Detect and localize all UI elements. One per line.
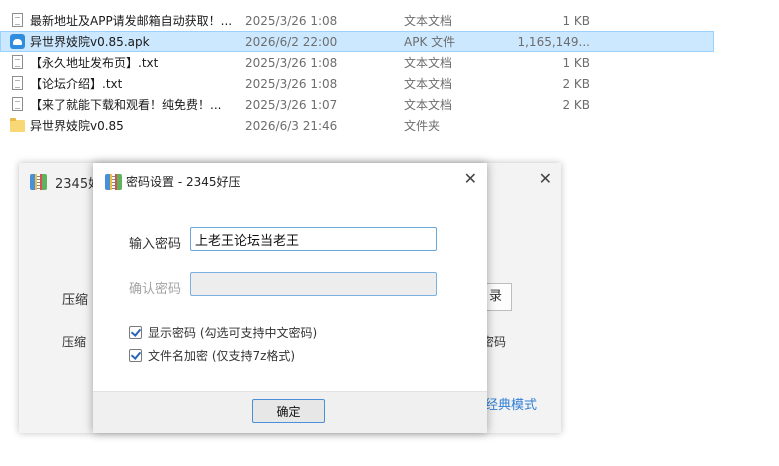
- classic-mode-link[interactable]: 经典模式: [485, 394, 537, 413]
- compress-label: 压缩: [62, 293, 89, 308]
- file-size: 1 KB: [562, 14, 590, 28]
- ok-button[interactable]: 确定: [252, 399, 325, 423]
- file-name: 异世界妓院v0.85: [30, 119, 124, 133]
- file-date: 2026/6/3 21:46: [245, 119, 338, 133]
- file-row[interactable]: 异世界妓院v0.85 2026/6/3 21:46 文件夹: [0, 115, 714, 136]
- file-row[interactable]: 最新地址及APP请发邮箱自动获取！... 2025/3/26 1:08 文本文档…: [0, 10, 714, 31]
- file-size: 2 KB: [562, 77, 590, 91]
- file-name: 异世界妓院v0.85.apk: [30, 35, 150, 49]
- file-size: 1,165,149...: [517, 35, 590, 49]
- close-icon[interactable]: ✕: [464, 169, 477, 189]
- text-file-icon: [10, 96, 26, 113]
- file-name: 最新地址及APP请发邮箱自动获取！...: [30, 14, 233, 28]
- file-name: 【永久地址发布页】.txt: [30, 56, 159, 70]
- compress-option-label: 压缩: [62, 335, 87, 349]
- file-date: 2025/3/26 1:08: [245, 77, 338, 91]
- text-file-icon: [10, 75, 26, 92]
- apk-file-icon: [10, 33, 26, 50]
- file-type: 文本文档: [404, 77, 453, 91]
- show-password-checkbox[interactable]: [129, 326, 142, 339]
- password-input[interactable]: [190, 227, 437, 251]
- file-list: 最新地址及APP请发邮箱自动获取！... 2025/3/26 1:08 文本文档…: [0, 10, 779, 136]
- close-icon[interactable]: ✕: [539, 169, 552, 189]
- show-password-label: 显示密码 (勾选可支持中文密码): [148, 326, 318, 340]
- file-date: 2026/6/2 22:00: [245, 35, 338, 49]
- haozip-logo-icon: [30, 174, 47, 190]
- file-row[interactable]: 【论坛介绍】.txt 2025/3/26 1:08 文本文档 2 KB: [0, 73, 714, 94]
- file-name: 【论坛介绍】.txt: [30, 77, 123, 91]
- file-date: 2025/3/26 1:08: [245, 56, 338, 70]
- confirm-password-label: 确认密码: [129, 282, 182, 297]
- file-type: 文本文档: [404, 56, 453, 70]
- text-file-icon: [10, 12, 26, 29]
- encrypt-filename-label: 文件名加密 (仅支持7z格式): [148, 349, 296, 363]
- file-size: 1 KB: [562, 56, 590, 70]
- file-name: 【来了就能下载和观看！纯免费！...: [30, 98, 222, 112]
- password-label: 输入密码: [129, 237, 182, 252]
- dialog-titlebar[interactable]: 密码设置 - 2345好压 ✕: [93, 163, 487, 199]
- password-dialog: 密码设置 - 2345好压 ✕ 输入密码 确认密码 显示密码 (勾选可支持中文密…: [93, 163, 487, 433]
- file-date: 2025/3/26 1:08: [245, 14, 338, 28]
- file-type: APK 文件: [404, 35, 456, 49]
- folder-icon: [10, 117, 26, 134]
- file-size: 2 KB: [562, 98, 590, 112]
- file-row-selected[interactable]: 异世界妓院v0.85.apk 2026/6/2 22:00 APK 文件 1,1…: [0, 31, 714, 52]
- text-file-icon: [10, 54, 26, 71]
- file-row[interactable]: 【永久地址发布页】.txt 2025/3/26 1:08 文本文档 1 KB: [0, 52, 714, 73]
- confirm-password-input[interactable]: [190, 272, 437, 296]
- haozip-logo-icon: [105, 174, 122, 190]
- file-type: 文件夹: [404, 119, 441, 133]
- file-date: 2025/3/26 1:07: [245, 98, 338, 112]
- encrypt-filename-checkbox[interactable]: [129, 349, 142, 362]
- file-type: 文本文档: [404, 14, 453, 28]
- dialog-title: 密码设置 - 2345好压: [126, 175, 241, 189]
- dialog-footer: 确定: [93, 391, 487, 433]
- file-type: 文本文档: [404, 98, 453, 112]
- file-row[interactable]: 【来了就能下载和观看！纯免费！... 2025/3/26 1:07 文本文档 2…: [0, 94, 714, 115]
